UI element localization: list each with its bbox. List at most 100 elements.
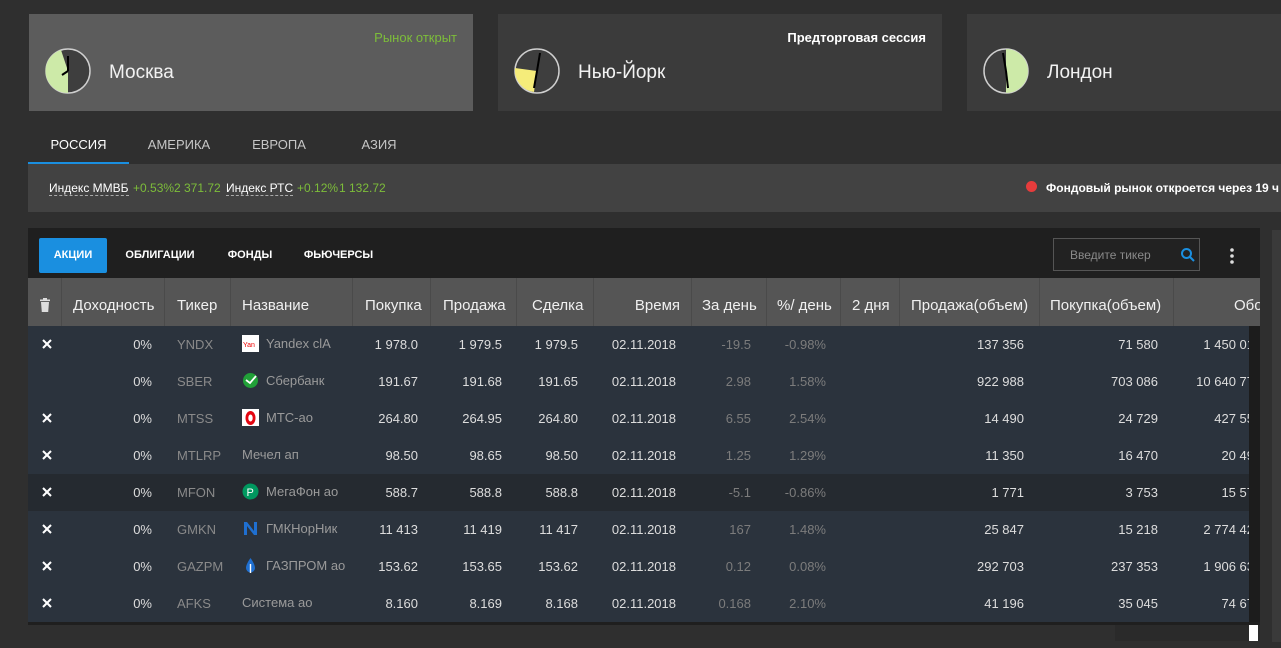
table-row[interactable]: 0% MTLRP Мечел ап 98.50 98.65 98.50 02.11.2018… bbox=[28, 437, 1249, 486]
cell-buyvol: 71 580 bbox=[1118, 337, 1158, 352]
cell-sell: 588.8 bbox=[469, 485, 502, 500]
ticker-search-input[interactable] bbox=[1054, 239, 1172, 270]
table-header: Доходность Тикер Название Покупка Продаж… bbox=[28, 278, 1260, 326]
cell-turn: 1 450 01 bbox=[1203, 337, 1249, 352]
cell-time: 02.11.2018 bbox=[611, 411, 676, 426]
cell-day: 0.168 bbox=[718, 596, 751, 611]
table-row[interactable]: 0% GMKN ГМКНорНик 11 413 11 419 11 417 02.11.2… bbox=[28, 511, 1249, 560]
table-row[interactable]: 0% MTSS МТС-ао 264.80 264.95 264.80 02.11.2018… bbox=[28, 400, 1249, 449]
cell-sell: 264.95 bbox=[462, 411, 502, 426]
remove-icon[interactable] bbox=[40, 559, 54, 573]
cell-day: -19.5 bbox=[721, 337, 751, 352]
cell-yield: 0% bbox=[133, 448, 152, 463]
cell-day: -5.1 bbox=[728, 485, 751, 500]
scroll-thumb[interactable] bbox=[1249, 625, 1258, 641]
cell-d2 bbox=[841, 511, 885, 548]
tab-europe[interactable]: ЕВРОПА bbox=[229, 126, 329, 164]
cell-sell: 11 419 bbox=[463, 522, 502, 537]
remove-icon[interactable] bbox=[40, 411, 54, 425]
cell-pct: 2.10% bbox=[789, 596, 826, 611]
page-scrollbar[interactable] bbox=[1272, 230, 1281, 642]
col-buy-volume[interactable]: Покупка(объем) bbox=[1040, 278, 1174, 326]
cell-buy: 1 978.0 bbox=[374, 337, 418, 352]
cell-yield: 0% bbox=[133, 559, 152, 574]
cell-time: 02.11.2018 bbox=[611, 485, 676, 500]
col-two-days[interactable]: 2 дня bbox=[841, 278, 900, 326]
table-row[interactable]: 0% GAZPM ГАЗПРОМ ао 153.62 153.65 153.62 02.11… bbox=[28, 548, 1249, 597]
cell-turn: 74 67 bbox=[1221, 596, 1249, 611]
market-closed-indicator bbox=[1026, 181, 1037, 192]
tab-russia[interactable]: РОССИЯ bbox=[28, 126, 129, 164]
market-card-london[interactable]: Лондон bbox=[967, 14, 1281, 111]
col-sell[interactable]: Продажа bbox=[431, 278, 517, 326]
clock-icon bbox=[514, 48, 560, 94]
tab-futures[interactable]: ФЬЮЧЕРСЫ bbox=[296, 238, 381, 273]
tab-stocks[interactable]: АКЦИИ bbox=[39, 238, 107, 273]
index-name[interactable]: Индекс ММВБ bbox=[49, 181, 129, 196]
cell-buyvol: 16 470 bbox=[1118, 448, 1158, 463]
col-day-percent[interactable]: %/ день bbox=[767, 278, 841, 326]
cell-time: 02.11.2018 bbox=[611, 522, 676, 537]
trash-icon[interactable] bbox=[39, 298, 51, 312]
cell-sellvol: 1 771 bbox=[991, 485, 1024, 500]
cell-buy: 153.62 bbox=[378, 559, 418, 574]
cell-buy: 264.80 bbox=[378, 411, 418, 426]
company-logo-icon bbox=[242, 400, 259, 437]
cell-sell: 8.169 bbox=[469, 596, 502, 611]
cell-d2 bbox=[841, 474, 885, 511]
market-open-countdown: Фондовый рынок откроется через 19 ч bbox=[1046, 181, 1280, 195]
cell-buyvol: 703 086 bbox=[1111, 374, 1158, 389]
cell-sell: 1 979.5 bbox=[458, 337, 502, 352]
col-buy[interactable]: Покупка bbox=[353, 278, 431, 326]
table-row[interactable]: 0% YNDX Yan Yandex clA 1 978.0 1 979.5 1 979.5… bbox=[28, 326, 1249, 375]
company-logo-icon: Р bbox=[242, 474, 259, 511]
remove-icon[interactable] bbox=[40, 337, 54, 351]
horizontal-scrollbar[interactable] bbox=[1115, 625, 1260, 641]
col-sell-volume[interactable]: Продажа(объем) bbox=[900, 278, 1040, 326]
tab-asia[interactable]: АЗИЯ bbox=[329, 126, 429, 164]
col-turnover[interactable]: Обо bbox=[1174, 278, 1260, 326]
index-name[interactable]: Индекс РТС bbox=[226, 181, 294, 196]
tab-america[interactable]: АМЕРИКА bbox=[129, 126, 229, 164]
col-time[interactable]: Время bbox=[594, 278, 692, 326]
company-name[interactable]: Система ао bbox=[242, 595, 312, 622]
cell-sell: 153.65 bbox=[462, 559, 502, 574]
cell-sellvol: 292 703 bbox=[977, 559, 1024, 574]
tab-funds[interactable]: ФОНДЫ bbox=[215, 238, 285, 273]
tab-bonds[interactable]: ОБЛИГАЦИИ bbox=[115, 238, 205, 273]
more-menu-icon[interactable] bbox=[1224, 246, 1240, 266]
col-ticker[interactable]: Тикер bbox=[165, 278, 231, 326]
cell-day: 6.55 bbox=[725, 411, 751, 426]
cell-turn: 20 49 bbox=[1221, 448, 1249, 463]
remove-icon[interactable] bbox=[40, 522, 54, 536]
market-card-new-york[interactable]: Нью-Йорк Предторговая сессия bbox=[498, 14, 942, 111]
table-row[interactable]: 0% SBER Сбербанк 191.67 191.68 191.65 02.11.20… bbox=[28, 363, 1249, 412]
cell-turn: 2 774 42 bbox=[1203, 522, 1249, 537]
table-row[interactable]: 0% AFKS Система ао 8.160 8.169 8.168 02.11.201… bbox=[28, 585, 1249, 622]
table-row[interactable]: 0% MFON Р МегаФон ао 588.7 588.8 588.8 02.11.20… bbox=[28, 474, 1249, 523]
remove-icon[interactable] bbox=[40, 448, 54, 462]
cell-deal: 153.62 bbox=[538, 559, 578, 574]
remove-icon[interactable] bbox=[40, 596, 54, 610]
market-card-moscow[interactable]: Москва Рынок открыт bbox=[29, 14, 473, 111]
search-icon[interactable] bbox=[1180, 247, 1196, 263]
delete-all-column[interactable] bbox=[28, 278, 62, 326]
cell-deal: 11 417 bbox=[539, 522, 578, 537]
index-change: +0.12% bbox=[297, 181, 339, 195]
company-logo-icon bbox=[242, 363, 259, 400]
col-deal[interactable]: Сделка bbox=[517, 278, 594, 326]
cell-yield: 0% bbox=[133, 522, 152, 537]
city-name: Нью-Йорк bbox=[578, 62, 666, 83]
cell-pct: 1.29% bbox=[789, 448, 826, 463]
cell-day: 2.98 bbox=[725, 374, 751, 389]
col-name[interactable]: Название bbox=[231, 278, 353, 326]
index-change: +0.53% bbox=[133, 181, 175, 195]
cell-deal: 1 979.5 bbox=[534, 337, 578, 352]
remove-icon[interactable] bbox=[40, 485, 54, 499]
cell-deal: 191.65 bbox=[538, 374, 578, 389]
svg-text:Р: Р bbox=[247, 487, 254, 499]
vertical-scrollbar[interactable] bbox=[1249, 326, 1260, 622]
col-day-change[interactable]: За день bbox=[692, 278, 767, 326]
ticker-link[interactable]: AFKS bbox=[177, 596, 211, 622]
col-yield[interactable]: Доходность bbox=[62, 278, 165, 326]
